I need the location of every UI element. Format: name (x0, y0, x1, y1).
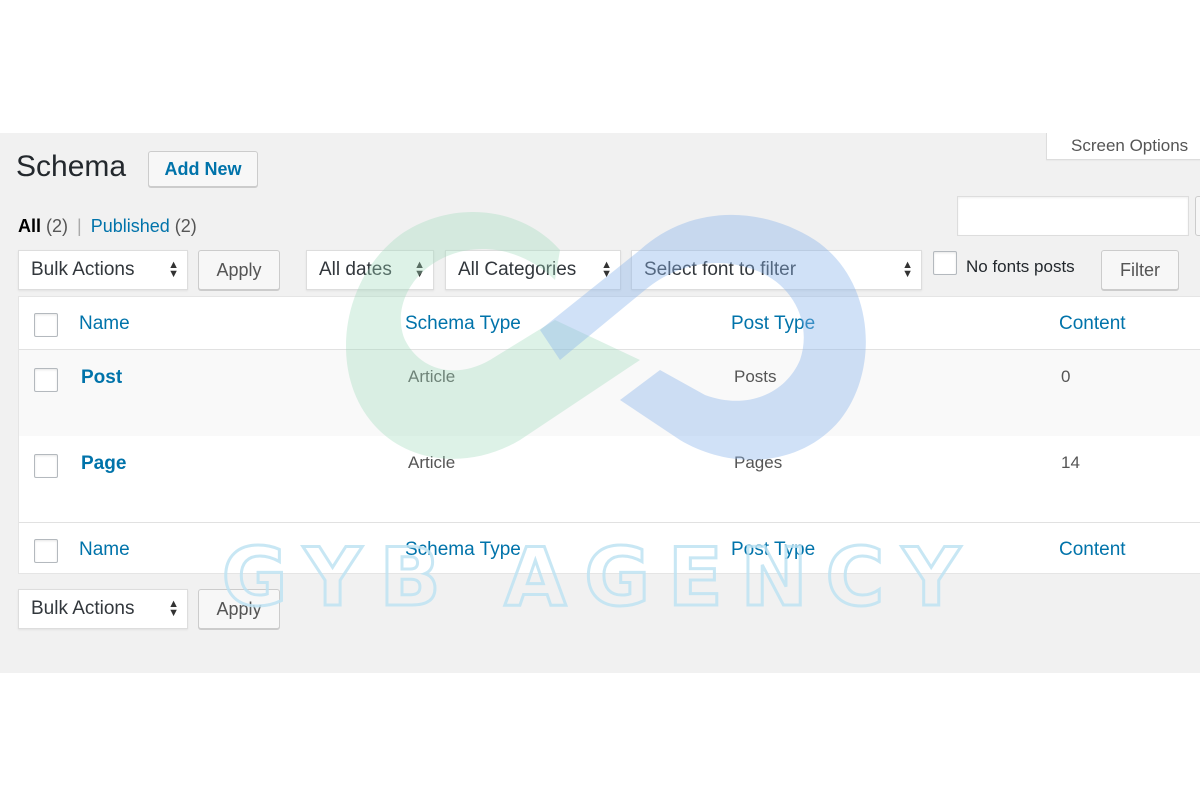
screen-options-tab[interactable]: Screen Options (1046, 133, 1200, 160)
view-all-label: All (18, 216, 42, 236)
add-new-button[interactable]: Add New (148, 151, 258, 187)
apply-button-bottom[interactable]: Apply (198, 589, 280, 629)
row-content: 14 (1061, 453, 1080, 472)
dates-filter-select[interactable]: All dates ▲ ▼ (306, 250, 434, 290)
categories-filter-select[interactable]: All Categories ▲ ▼ (445, 250, 621, 290)
column-header-name[interactable]: Name (79, 313, 130, 335)
add-new-label: Add New (164, 158, 242, 179)
table-row: Page Article Pages 14 (19, 436, 1200, 522)
row-post-type: Posts (734, 367, 777, 386)
view-all-link[interactable]: All (2) (18, 216, 68, 236)
page-title: Schema (16, 150, 127, 183)
view-published-label: Published (90, 216, 170, 236)
filter-button-label: Filter (1120, 259, 1160, 280)
row-title-link[interactable]: Page (81, 453, 126, 475)
bulk-actions-top-value: Bulk Actions (31, 259, 135, 280)
schema-list-table: Name Schema Type Post Type Content Post … (18, 296, 1200, 574)
filter-button[interactable]: Filter (1101, 250, 1179, 290)
view-separator: | (77, 216, 82, 236)
column-footer-schema-type[interactable]: Schema Type (405, 539, 521, 561)
view-published-link[interactable]: Published (2) (91, 216, 197, 236)
select-arrows-icon: ▲ ▼ (601, 259, 612, 280)
apply-bottom-label: Apply (216, 598, 262, 619)
search-button[interactable] (1195, 196, 1200, 236)
row-schema-type: Article (408, 367, 456, 386)
no-fonts-checkbox[interactable] (933, 251, 957, 275)
view-filters: All (2) | Published (2) (18, 216, 197, 237)
dates-filter-value: All dates (319, 259, 392, 280)
select-arrows-icon: ▲ ▼ (168, 259, 179, 280)
row-content: 0 (1061, 367, 1071, 386)
table-row: Post Article Posts 0 (19, 350, 1200, 436)
row-checkbox[interactable] (34, 368, 58, 392)
column-header-content[interactable]: Content (1059, 313, 1126, 335)
row-checkbox[interactable] (34, 454, 58, 478)
no-fonts-label: No fonts posts (966, 257, 1075, 276)
bulk-actions-bottom-value: Bulk Actions (31, 598, 135, 619)
view-published-count: (2) (174, 216, 197, 236)
table-header: Name Schema Type Post Type Content (19, 297, 1200, 350)
apply-top-label: Apply (216, 259, 262, 280)
font-filter-select[interactable]: Select font to filter ▲ ▼ (631, 250, 922, 290)
select-arrows-icon: ▲ ▼ (168, 598, 179, 619)
column-header-post-type[interactable]: Post Type (731, 313, 815, 335)
screen-options-label: Screen Options (1071, 136, 1189, 155)
apply-button-top[interactable]: Apply (198, 250, 280, 290)
column-footer-content[interactable]: Content (1059, 539, 1126, 561)
select-all-checkbox-bottom[interactable] (34, 539, 58, 563)
font-filter-value: Select font to filter (644, 259, 797, 280)
select-all-checkbox-top[interactable] (34, 313, 58, 337)
column-footer-name[interactable]: Name (79, 539, 130, 561)
row-post-type: Pages (734, 453, 783, 472)
select-arrows-icon: ▲ ▼ (902, 259, 913, 280)
row-title-link[interactable]: Post (81, 367, 122, 389)
row-schema-type: Article (408, 453, 456, 472)
table-footer: Name Schema Type Post Type Content (19, 522, 1200, 575)
search-input[interactable] (957, 196, 1189, 236)
admin-content-panel: Screen Options Schema Add New All (2) | Pu… (0, 133, 1200, 673)
select-arrows-icon: ▲ ▼ (414, 259, 425, 280)
view-all-count: (2) (46, 216, 69, 236)
column-footer-post-type[interactable]: Post Type (731, 539, 815, 561)
bulk-actions-select-top[interactable]: Bulk Actions ▲ ▼ (18, 250, 188, 290)
categories-filter-value: All Categories (458, 259, 577, 280)
bulk-actions-select-bottom[interactable]: Bulk Actions ▲ ▼ (18, 589, 188, 629)
column-header-schema-type[interactable]: Schema Type (405, 313, 521, 335)
